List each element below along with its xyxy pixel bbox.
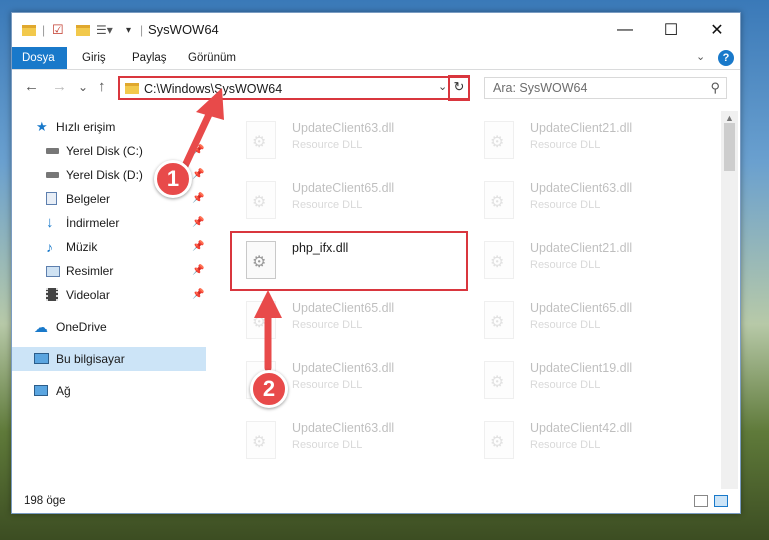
arrow-1-shaft — [180, 104, 216, 172]
step-badge-1: 1 — [154, 160, 192, 198]
arrow-1-head — [196, 88, 224, 120]
arrow-2-head — [254, 290, 282, 318]
annotation-arrows — [180, 88, 282, 372]
step-badge-2: 2 — [250, 370, 288, 408]
